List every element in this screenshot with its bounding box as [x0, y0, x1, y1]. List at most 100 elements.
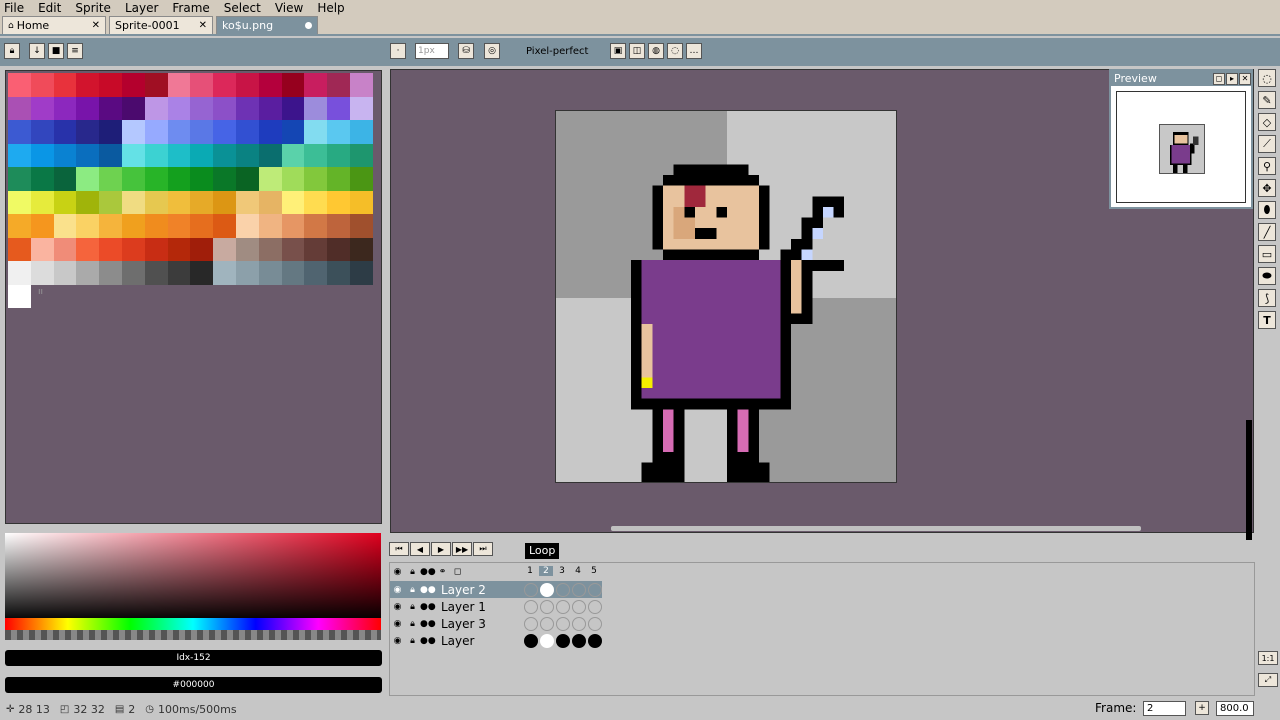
palette-swatch[interactable] — [327, 96, 350, 120]
cel-empty[interactable] — [572, 583, 586, 597]
palette-swatch[interactable] — [349, 261, 373, 285]
palette-swatch[interactable] — [76, 237, 100, 261]
palette-swatch[interactable] — [213, 143, 236, 167]
palette-swatch[interactable] — [144, 167, 168, 191]
palette-swatch[interactable] — [30, 237, 54, 261]
palette-swatch[interactable] — [258, 73, 282, 97]
palette-swatch[interactable] — [304, 190, 328, 214]
frame-header-3[interactable]: 3 — [555, 566, 569, 576]
palette-swatch[interactable] — [167, 237, 191, 261]
palette-swatch[interactable] — [349, 167, 373, 191]
palette-swatch[interactable] — [8, 96, 31, 120]
palette-swatch[interactable] — [213, 190, 236, 214]
onion-skin-icon[interactable]: ⚭ — [435, 567, 450, 577]
menu-view[interactable]: View — [275, 1, 303, 15]
palette-swatch[interactable] — [167, 261, 191, 285]
cel-empty[interactable] — [556, 583, 570, 597]
layer-row[interactable]: ◉ 🔒︎ ●● Layer — [390, 632, 602, 649]
play-icon[interactable]: ▸ — [1226, 72, 1238, 85]
palette-swatch[interactable] — [76, 73, 100, 97]
palette-swatch[interactable] — [53, 73, 77, 97]
palette-swatch[interactable] — [190, 261, 214, 285]
menu-select[interactable]: Select — [224, 1, 261, 15]
vertical-scrollbar[interactable] — [1246, 420, 1252, 540]
palette-swatch[interactable] — [281, 96, 305, 120]
eye-icon[interactable]: ◉ — [390, 585, 405, 595]
palette-swatch[interactable] — [213, 96, 236, 120]
arrow-down-icon[interactable]: ↓ — [29, 43, 45, 59]
menu-sprite[interactable]: Sprite — [75, 1, 111, 15]
cel-empty[interactable] — [524, 617, 538, 631]
color-spectrum-picker[interactable] — [5, 533, 381, 621]
cel-empty[interactable] — [572, 600, 586, 614]
add-frame-icon[interactable]: + — [1195, 701, 1209, 715]
palette-swatch[interactable] — [121, 261, 145, 285]
palette-swatch[interactable] — [144, 143, 168, 167]
palette-swatch[interactable] — [30, 120, 54, 144]
hue-slider[interactable] — [5, 618, 381, 630]
menu-frame[interactable]: Frame — [172, 1, 209, 15]
lock-icon[interactable]: 🔒︎ — [405, 636, 420, 646]
palette-swatch[interactable] — [281, 167, 305, 191]
palette-swatch[interactable] — [190, 73, 214, 97]
continuous-icon[interactable]: ●● — [420, 585, 436, 595]
cel-empty[interactable] — [524, 600, 538, 614]
cel-filled[interactable] — [540, 583, 554, 597]
tab-home[interactable]: ⌂ Home ✕ — [2, 16, 106, 34]
layer-row[interactable]: ◉ 🔒︎ ●● Layer 1 — [390, 598, 602, 615]
zoom-fit-button[interactable]: ⤢ — [1258, 673, 1278, 687]
close-icon[interactable]: ✕ — [82, 20, 100, 31]
cel-empty[interactable] — [588, 583, 602, 597]
horizontal-scrollbar[interactable] — [611, 526, 1141, 531]
palette-swatch[interactable] — [30, 96, 54, 120]
cel-empty[interactable] — [572, 617, 586, 631]
palette-swatch[interactable] — [304, 214, 328, 238]
palette-swatch[interactable] — [281, 73, 305, 97]
frame-header-5[interactable]: 5 — [587, 566, 601, 576]
palette-swatch[interactable] — [144, 73, 168, 97]
lock-icon[interactable]: 🔒︎ — [405, 602, 420, 612]
pixel-perfect-label[interactable]: Pixel-perfect — [526, 46, 588, 57]
palette-swatch[interactable] — [167, 143, 191, 167]
palette-swatch[interactable] — [76, 120, 100, 144]
palette-swatch[interactable] — [144, 261, 168, 285]
eye-icon[interactable]: ◉ — [390, 567, 405, 577]
palette-swatch[interactable] — [167, 120, 191, 144]
palette-swatch[interactable] — [327, 167, 350, 191]
palette-swatch[interactable] — [281, 143, 305, 167]
ink-bottle-icon[interactable]: ⛁ — [458, 43, 474, 59]
palette-swatch[interactable] — [121, 190, 145, 214]
palette-swatch[interactable] — [304, 96, 328, 120]
pencil-icon[interactable]: ✎ — [1258, 91, 1276, 109]
symmetry-icon[interactable]: ▣ — [610, 43, 626, 59]
palette-swatch[interactable] — [213, 214, 236, 238]
palette-swatch[interactable] — [213, 73, 236, 97]
eyedropper-icon[interactable]: ⟋ — [1258, 135, 1276, 153]
alpha-slider[interactable] — [5, 630, 381, 640]
palette-swatch[interactable] — [121, 167, 145, 191]
cel-filled[interactable] — [524, 634, 538, 648]
palette-swatch[interactable] — [121, 237, 145, 261]
palette-swatch[interactable] — [30, 214, 54, 238]
palette-swatch[interactable] — [190, 190, 214, 214]
palette-swatch[interactable] — [167, 214, 191, 238]
palette-swatch[interactable] — [167, 73, 191, 97]
line-icon[interactable]: ╱ — [1258, 223, 1276, 241]
eye-icon[interactable]: ◉ — [390, 619, 405, 629]
palette-swatch[interactable] — [281, 261, 305, 285]
palette-swatch[interactable] — [121, 96, 145, 120]
palette-swatch[interactable] — [8, 190, 31, 214]
palette-swatch[interactable] — [8, 237, 31, 261]
palette-swatch[interactable] — [281, 190, 305, 214]
palette-swatch[interactable] — [121, 120, 145, 144]
move-icon[interactable]: ✥ — [1258, 179, 1276, 197]
palette-swatch[interactable] — [213, 120, 236, 144]
brush-size-input[interactable]: 1px — [415, 43, 449, 59]
loop-tag[interactable]: Loop — [525, 543, 560, 559]
palette-swatch[interactable] — [235, 214, 259, 238]
palette-swatch[interactable] — [53, 167, 77, 191]
palette-swatch[interactable] — [99, 120, 122, 144]
palette-swatch[interactable] — [235, 261, 259, 285]
palette-swatch[interactable] — [235, 73, 259, 97]
contour-icon[interactable]: ⟆ — [1258, 289, 1276, 307]
